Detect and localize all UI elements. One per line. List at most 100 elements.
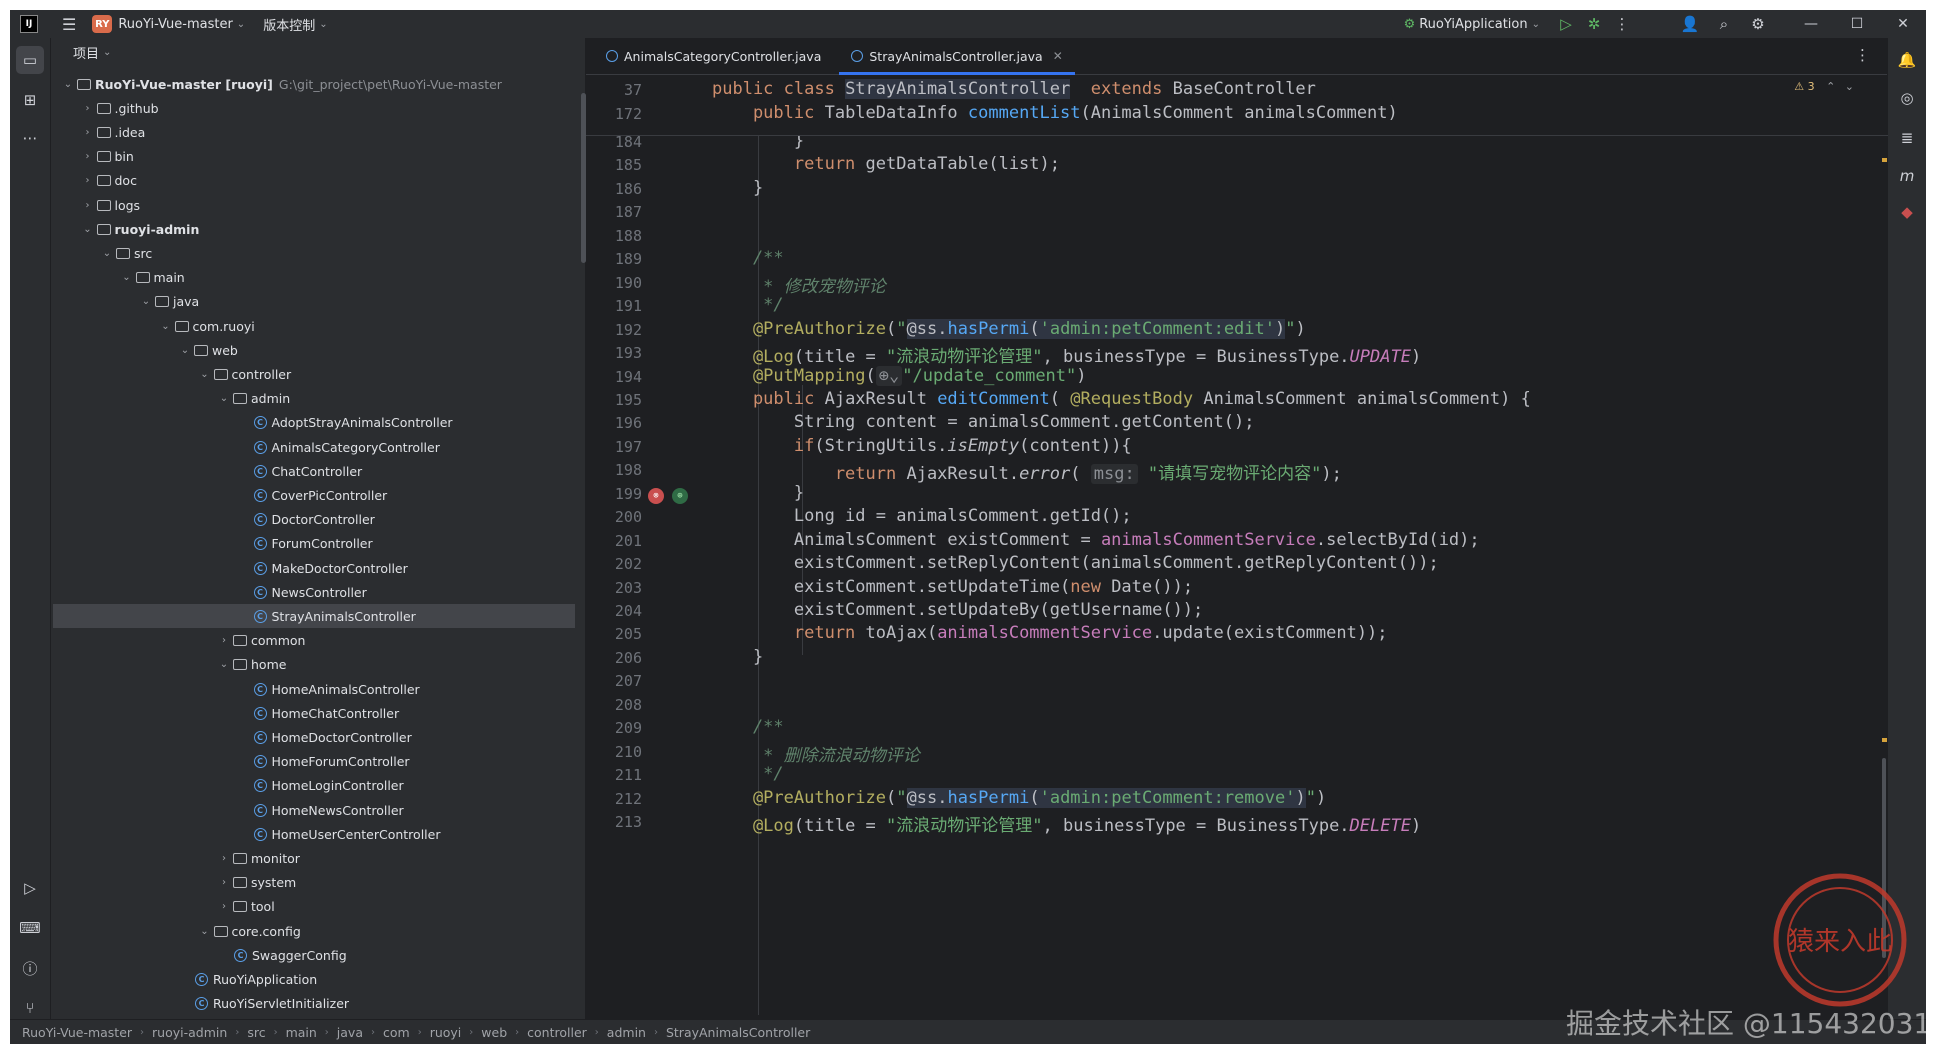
chevron-down-icon[interactable]: ⌄ — [61, 79, 75, 90]
code-line[interactable]: @Log(title = "流浪动物评论管理", businessType = … — [712, 811, 1421, 836]
code-line[interactable]: } — [712, 647, 763, 667]
chevron-right-icon[interactable]: › — [217, 901, 231, 912]
breadcrumb-item[interactable]: › com — [363, 1025, 410, 1040]
chevron-down-icon[interactable]: ⌄ — [217, 659, 231, 670]
tabs-menu-icon[interactable]: ⋮ — [1855, 46, 1870, 64]
tree-node[interactable]: C HomeChatController — [237, 701, 399, 725]
code-line[interactable]: */ — [712, 764, 783, 784]
code-line[interactable]: * 修改宠物评论 — [712, 272, 885, 297]
project-switcher[interactable]: RY RuoYi-Vue-master ⌄ — [76, 15, 245, 33]
tree-node[interactable]: ⌄ home — [217, 653, 287, 677]
chevron-down-icon[interactable]: ⌄ — [159, 321, 173, 332]
code-line[interactable]: * 删除流浪动物评论 — [712, 741, 919, 766]
code-line[interactable]: } — [712, 178, 763, 198]
code-view[interactable]: 37 public class StrayAnimalsController ex… — [586, 75, 1888, 1019]
chevron-down-icon[interactable]: ⌄ — [139, 296, 153, 307]
more-tools-icon[interactable]: ⋯ — [16, 124, 44, 152]
chevron-right-icon[interactable]: › — [81, 200, 95, 211]
chevron-up-icon[interactable]: ⌃ — [1826, 80, 1835, 93]
breadcrumb-item[interactable]: › main — [266, 1025, 317, 1040]
tree-node[interactable]: ⌄ com.ruoyi — [159, 314, 254, 338]
rest-endpoint-icon[interactable]: ⊗ — [648, 488, 664, 504]
code-line[interactable]: if(StringUtils.isEmpty(content)){ — [712, 436, 1132, 456]
breadcrumb-item[interactable]: › java — [317, 1025, 363, 1040]
code-line[interactable]: /** — [712, 248, 784, 268]
maven-icon[interactable]: m — [1893, 162, 1921, 190]
chevron-down-icon[interactable]: ⌄ — [178, 345, 192, 356]
code-line[interactable]: public class StrayAnimalsController exte… — [712, 79, 1316, 99]
code-line[interactable]: Long id = animalsComment.getId(); — [712, 506, 1132, 526]
tree-node[interactable]: C HomeForumController — [237, 750, 410, 774]
code-line[interactable]: existComment.setReplyContent(animalsComm… — [712, 553, 1439, 573]
debug-icon[interactable]: ✲ — [1580, 10, 1608, 38]
tree-node[interactable]: ⌄ controller — [198, 362, 291, 386]
tree-node[interactable]: ⌄ java — [139, 290, 199, 314]
code-line[interactable]: } — [712, 483, 804, 503]
database-icon[interactable]: ≣ — [1893, 124, 1921, 152]
minimize-icon[interactable]: — — [1788, 16, 1834, 32]
tree-node[interactable]: ⌄ RuoYi-Vue-master [ruoyi] G:\git_project\… — [61, 72, 502, 96]
tree-node[interactable]: C ForumController — [237, 532, 373, 556]
code-line[interactable]: return AjaxResult.error( msg: "请填写宠物评论内容… — [712, 459, 1342, 485]
services-icon[interactable]: ▷ — [16, 874, 44, 902]
tree-node[interactable]: ⌄ admin — [217, 387, 290, 411]
code-line[interactable]: */ — [712, 295, 783, 315]
breadcrumb-item[interactable]: › controller — [507, 1025, 587, 1040]
breadcrumb-item[interactable]: › web — [461, 1025, 507, 1040]
chevron-down-icon[interactable]: ⌄ — [103, 47, 111, 58]
tree-node[interactable]: C CoverPicController — [237, 483, 387, 507]
tree-node[interactable]: C AnimalsCategoryController — [237, 435, 440, 459]
tree-node[interactable]: ⌄ main — [120, 266, 184, 290]
project-folder-icon[interactable]: ▭ — [16, 46, 44, 74]
close-icon[interactable]: ✕ — [1880, 16, 1926, 32]
code-line[interactable]: existComment.setUpdateTime(new Date()); — [712, 577, 1193, 597]
tree-node[interactable]: › common — [217, 629, 305, 653]
code-line[interactable]: return toAjax(animalsCommentService.upda… — [712, 623, 1388, 643]
plugin-icon[interactable]: ◆ — [1893, 198, 1921, 226]
settings-icon[interactable]: ⚙ — [1744, 10, 1772, 38]
code-line[interactable]: @PreAuthorize("@ss.hasPermi('admin:petCo… — [712, 318, 1306, 339]
tree-node[interactable]: › bin — [81, 145, 134, 169]
code-line[interactable]: public TableDataInfo commentList(Animals… — [712, 103, 1398, 123]
code-line[interactable]: public AjaxResult editComment( @RequestB… — [712, 389, 1531, 409]
code-line[interactable]: return getDataTable(list); — [712, 154, 1060, 174]
project-panel-title[interactable]: 项目 — [73, 43, 99, 62]
tree-node[interactable]: ⌄ web — [178, 338, 238, 362]
code-line[interactable]: @PutMapping(⊕⌄ "/update_comment") — [712, 365, 1087, 386]
tab-stray-animals-controller[interactable]: StrayAnimalsController.java ✕ — [839, 38, 1076, 75]
chevron-right-icon[interactable]: › — [81, 175, 95, 186]
search-icon[interactable]: ⌕ — [1710, 10, 1738, 38]
chevron-down-icon[interactable]: ⌄ — [100, 248, 114, 259]
terminal-icon[interactable]: ⌨ — [16, 914, 44, 942]
breadcrumb-item[interactable]: › src — [227, 1025, 265, 1040]
tree-node[interactable]: C SwaggerConfig — [217, 943, 347, 967]
tree-node[interactable]: C DoctorController — [237, 508, 375, 532]
tree-node[interactable]: C RuoYiServletInitializer — [178, 992, 349, 1012]
tree-node[interactable]: › .github — [81, 96, 159, 120]
breadcrumb-item[interactable]: RuoYi-Vue-master — [22, 1025, 132, 1040]
tree-node[interactable]: C RuoYiApplication — [178, 967, 317, 991]
tree-node[interactable]: ⌄ core.config — [198, 919, 301, 943]
tree-node[interactable]: C StrayAnimalsController — [53, 604, 575, 629]
chevron-down-icon[interactable]: ⌄ — [198, 369, 212, 380]
chevron-right-icon[interactable]: › — [81, 103, 95, 114]
ai-assistant-icon[interactable]: ◎ — [1893, 84, 1921, 112]
breadcrumb-item[interactable]: › admin — [587, 1025, 646, 1040]
code-line[interactable]: existComment.setUpdateBy(getUsername()); — [712, 600, 1203, 620]
tree-node[interactable]: C ChatController — [237, 459, 362, 483]
chevron-right-icon[interactable]: › — [81, 151, 95, 162]
tree-node[interactable]: › monitor — [217, 846, 300, 870]
chevron-right-icon[interactable]: › — [217, 635, 231, 646]
tree-node[interactable]: › doc — [81, 169, 137, 193]
tree-node[interactable]: C HomeNewsController — [237, 798, 404, 822]
code-line[interactable]: AnimalsComment existComment = animalsCom… — [712, 530, 1480, 550]
problems-icon[interactable]: ⓘ — [16, 954, 44, 982]
tree-node[interactable]: C MakeDoctorController — [237, 556, 408, 580]
chevron-down-icon[interactable]: ⌄ — [81, 224, 95, 235]
chevron-right-icon[interactable]: › — [217, 853, 231, 864]
chevron-down-icon[interactable]: ⌄ — [120, 272, 134, 283]
vcs-menu[interactable]: 版本控制 ⌄ — [263, 15, 327, 34]
tree-node[interactable]: ⌄ src — [100, 241, 152, 265]
add-user-icon[interactable]: 👤 — [1676, 10, 1704, 38]
more-icon[interactable]: ⋮ — [1608, 10, 1636, 38]
